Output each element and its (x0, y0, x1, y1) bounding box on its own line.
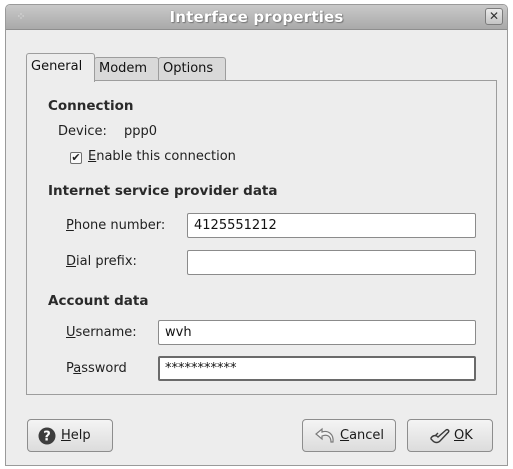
enable-connection-label[interactable]: Enable this connection (88, 149, 236, 164)
help-button-label: Help (61, 428, 91, 443)
device-label: Device: (58, 124, 107, 139)
phone-number-label: Phone number: (66, 218, 166, 233)
tab-modem-label: Modem (99, 61, 148, 76)
tab-options[interactable]: Options (158, 57, 226, 81)
general-panel: Connection Device: ppp0 ✔ Enable this co… (26, 80, 497, 395)
password-field[interactable] (158, 356, 476, 381)
dialog-window: ⁘ Interface properties ✕ General Modem O… (5, 4, 508, 466)
password-label: Password (66, 361, 127, 376)
ok-icon (430, 428, 450, 444)
enable-connection-checkbox[interactable]: ✔ (70, 152, 82, 164)
tab-general-label: General (31, 59, 83, 74)
tab-modem[interactable]: Modem (94, 57, 159, 81)
close-icon: ✕ (488, 9, 500, 23)
checkmark-icon: ✔ (71, 151, 81, 164)
dial-prefix-label: Dial prefix: (66, 254, 137, 269)
ok-button[interactable]: OK (407, 419, 493, 452)
dial-prefix-field[interactable] (187, 250, 476, 275)
cancel-icon (315, 427, 334, 443)
isp-heading: Internet service provider data (48, 183, 278, 199)
device-value: ppp0 (124, 124, 158, 139)
username-field[interactable] (158, 320, 476, 345)
phone-number-field[interactable] (187, 213, 476, 238)
help-icon: ? (38, 427, 56, 445)
tab-general[interactable]: General (26, 53, 95, 82)
cancel-button-label: Cancel (340, 428, 385, 443)
cancel-button[interactable]: Cancel (302, 419, 396, 452)
title-bar[interactable]: ⁘ Interface properties ✕ (6, 5, 507, 30)
tab-options-label: Options (163, 61, 214, 76)
window-title: Interface properties (169, 8, 344, 26)
close-button[interactable]: ✕ (485, 8, 503, 25)
svg-text:?: ? (43, 430, 51, 445)
help-button[interactable]: ? Help (27, 419, 113, 452)
username-label: Username: (66, 325, 137, 340)
account-heading: Account data (48, 293, 149, 309)
ok-button-label: OK (454, 428, 473, 443)
connection-heading: Connection (48, 98, 134, 114)
